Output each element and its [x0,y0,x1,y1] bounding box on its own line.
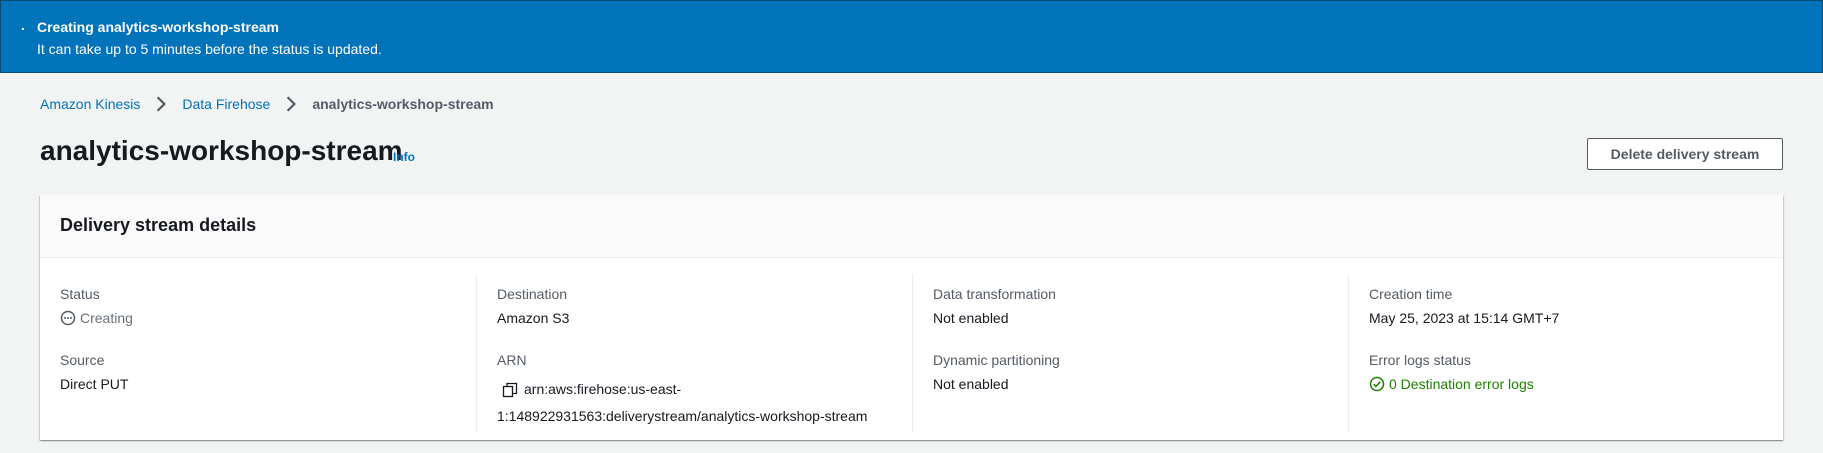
error-logs-text: 0 Destination error logs [1389,376,1534,392]
creation-time-label: Creation time [1369,286,1453,302]
flash-message: It can take up to 5 minutes before the s… [37,41,382,57]
destination-field: Destination Amazon S3 [497,286,569,326]
error-logs-field: Error logs status 0 Destination error lo… [1369,352,1534,392]
arn-value: arn:aws:firehose:us-east- 1:148922931563… [497,376,897,430]
success-check-icon [1369,376,1385,392]
dynamic-partitioning-value: Not enabled [933,376,1009,392]
chevron-right-icon [287,96,297,112]
creation-time-value: May 25, 2023 at 15:14 GMT+7 [1369,310,1560,326]
panel-title: Delivery stream details [60,215,257,235]
status-value: Creating [60,310,133,326]
creation-time-field: Creation time May 25, 2023 at 15:14 GMT+… [1369,286,1559,326]
data-transformation-value: Not enabled [933,310,1009,326]
flash-title: Creating analytics-workshop-stream [37,19,279,35]
source-value: Direct PUT [60,376,129,392]
status-label: Status [60,286,100,302]
arn-text-line-2: 1:148922931563:deliverystream/analytics-… [497,408,868,424]
destination-value: Amazon S3 [497,310,570,326]
panel-header: Delivery stream details [40,195,1783,258]
details-column-1: Status Creating Source Direct PUT [40,274,476,432]
dynamic-partitioning-field: Dynamic partitioning Not enabled [933,352,1060,392]
breadcrumb-data-firehose[interactable]: Data Firehose [182,96,270,112]
details-column-3: Data transformation Not enabled Dynamic … [912,274,1348,432]
delete-delivery-stream-button[interactable]: Delete delivery stream [1587,138,1783,170]
status-text: Creating [80,310,133,326]
destination-label: Destination [497,286,568,302]
data-transformation-field: Data transformation Not enabled [933,286,1056,326]
arn-label: ARN [497,352,527,368]
details-columns: Status Creating Source Direct PUT Destin… [40,258,1783,440]
source-label: Source [60,352,105,368]
arn-field: ARN arn:aws:firehose:us-east- 1:14892293… [497,352,897,430]
page-title: analytics-workshop-stream [40,135,403,166]
arn-text-line-1: arn:aws:firehose:us-east- [524,381,682,397]
chevron-right-icon [157,96,167,112]
details-column-4: Creation time May 25, 2023 at 15:14 GMT+… [1348,274,1783,432]
details-column-2: Destination Amazon S3 ARN arn:aws:fireho… [476,274,912,432]
error-logs-value[interactable]: 0 Destination error logs [1369,376,1534,392]
flash-status-indicator: . [21,17,25,33]
source-field: Source Direct PUT [60,352,128,392]
delivery-stream-details-panel: Delivery stream details Status Creating … [40,195,1783,440]
status-field: Status Creating [60,286,133,326]
breadcrumb-current: analytics-workshop-stream [312,96,494,112]
dynamic-partitioning-label: Dynamic partitioning [933,352,1060,368]
pending-status-icon [60,310,76,326]
breadcrumb-amazon-kinesis[interactable]: Amazon Kinesis [40,96,140,112]
flash-banner: . Creating analytics-workshop-stream It … [0,0,1823,73]
data-transformation-label: Data transformation [933,286,1056,302]
info-link[interactable]: Info [393,150,415,164]
copy-icon[interactable] [502,382,518,398]
error-logs-label: Error logs status [1369,352,1471,368]
breadcrumb: Amazon Kinesis Data Firehose analytics-w… [40,94,494,114]
